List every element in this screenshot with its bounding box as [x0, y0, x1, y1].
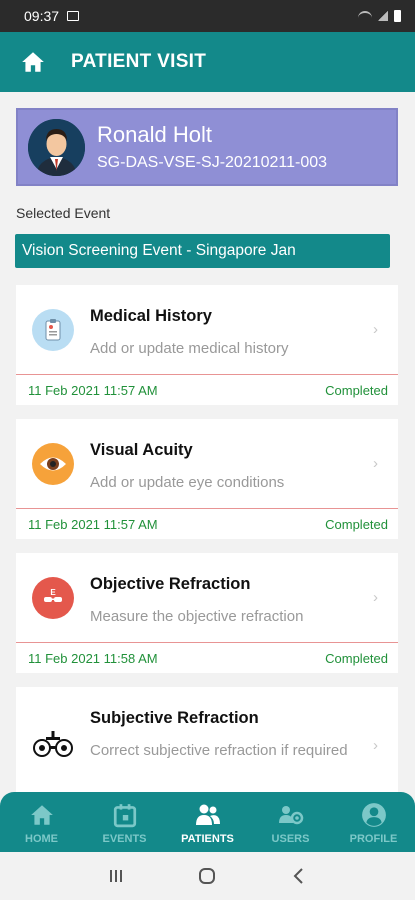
- nav-patients[interactable]: PATIENTS: [166, 792, 249, 852]
- task-title: Objective Refraction: [90, 575, 251, 593]
- patient-card[interactable]: Ronald Holt SG-DAS-VSE-SJ-20210211-003: [16, 108, 398, 186]
- task-card-subjective-refraction[interactable]: Subjective Refraction Correct subjective…: [16, 687, 398, 807]
- system-home-icon[interactable]: [197, 866, 217, 886]
- task-title: Medical History: [90, 307, 212, 325]
- nav-profile-label: PROFILE: [349, 833, 398, 845]
- task-description: Measure the objective refraction: [90, 608, 304, 625]
- selected-event-label: Selected Event: [16, 205, 111, 221]
- app-header: PATIENT VISIT: [0, 32, 415, 92]
- system-nav-bar: [0, 852, 415, 900]
- status-time: 09:37: [24, 8, 60, 24]
- bottom-nav: HOME EVENTS PATIENTS USERS PROFILE: [0, 792, 415, 852]
- task-title: Subjective Refraction: [90, 709, 259, 727]
- task-description: Add or update medical history: [90, 340, 289, 357]
- chevron-right-icon: ›: [373, 737, 378, 754]
- calendar-icon: [113, 804, 136, 828]
- task-title: Visual Acuity: [90, 441, 193, 459]
- nav-events[interactable]: EVENTS: [83, 792, 166, 852]
- wifi-icon: [358, 11, 372, 21]
- page-title: PATIENT VISIT: [71, 51, 207, 72]
- users-icon: [278, 806, 303, 825]
- signal-icon: [378, 11, 388, 21]
- task-card-visual-acuity[interactable]: Visual Acuity Add or update eye conditio…: [16, 419, 398, 539]
- profile-icon: [361, 803, 386, 827]
- status-bar: 09:37: [0, 0, 415, 32]
- home-icon[interactable]: [20, 49, 46, 75]
- task-status: Completed: [325, 516, 388, 532]
- nav-users-label: USERS: [271, 833, 310, 845]
- task-date: 11 Feb 2021 11:58 AM: [28, 650, 158, 666]
- task-date: 11 Feb 2021 11:57 AM: [28, 382, 158, 398]
- selected-event-bar[interactable]: Vision Screening Event - Singapore Jan: [15, 234, 390, 268]
- task-date: 11 Feb 2021 11:57 AM: [28, 516, 158, 532]
- back-icon[interactable]: [289, 866, 309, 886]
- nav-users[interactable]: USERS: [249, 792, 332, 852]
- patient-id: SG-DAS-VSE-SJ-20210211-003: [97, 154, 328, 171]
- task-card-medical-history[interactable]: Medical History Add or update medical hi…: [16, 285, 398, 405]
- status-icons: [358, 10, 401, 22]
- chevron-right-icon: ›: [373, 321, 378, 338]
- eye-chart-icon: E: [32, 577, 74, 619]
- nav-profile[interactable]: PROFILE: [332, 792, 415, 852]
- chevron-right-icon: ›: [373, 455, 378, 472]
- nav-events-label: EVENTS: [102, 833, 147, 845]
- avatar: [28, 118, 85, 176]
- patients-icon: [195, 804, 220, 825]
- nav-home[interactable]: HOME: [0, 792, 83, 852]
- eye-icon: [32, 443, 74, 485]
- chevron-right-icon: ›: [373, 589, 378, 606]
- battery-icon: [394, 10, 401, 22]
- nav-patients-label: PATIENTS: [181, 833, 234, 845]
- patient-name: Ronald Holt: [97, 122, 212, 147]
- task-card-objective-refraction[interactable]: E Objective Refraction Measure the objec…: [16, 553, 398, 673]
- task-description: Add or update eye conditions: [90, 474, 285, 491]
- recent-apps-icon[interactable]: [106, 867, 126, 885]
- clipboard-icon: [32, 309, 74, 351]
- image-notification-icon: [67, 11, 80, 21]
- svg-text:E: E: [50, 588, 56, 597]
- phoropter-icon: [32, 723, 74, 765]
- task-description: Correct subjective refraction if require…: [90, 742, 348, 759]
- nav-home-label: HOME: [25, 833, 58, 845]
- task-status: Completed: [325, 382, 388, 398]
- task-status: Completed: [325, 650, 388, 666]
- home-icon: [30, 805, 53, 825]
